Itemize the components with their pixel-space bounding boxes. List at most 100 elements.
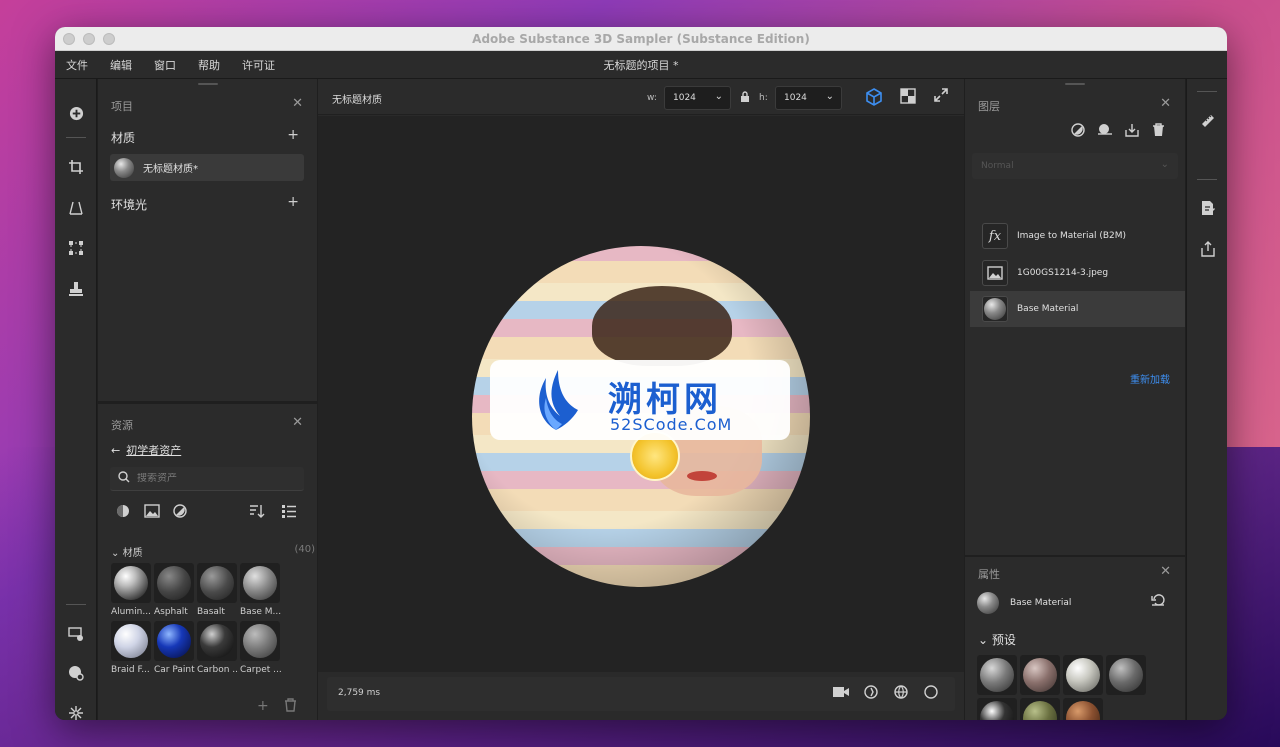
panel-drag-handle[interactable] xyxy=(1065,83,1085,85)
title-bar: Adobe Substance 3D Sampler (Substance Ed… xyxy=(55,27,1227,51)
add-material-button[interactable]: + xyxy=(287,127,299,143)
menu-edit[interactable]: 编辑 xyxy=(110,57,132,73)
lighting-icon[interactable] xyxy=(863,684,879,704)
image-filter-icon[interactable] xyxy=(144,504,160,522)
asset-thumbnail[interactable]: Carbon ... xyxy=(197,621,239,675)
back-link[interactable]: ← 初学者资产 xyxy=(111,442,181,458)
chevron-down-icon: ⌄ xyxy=(978,633,989,647)
height-label: h: xyxy=(759,93,768,103)
preset-thumbnail[interactable] xyxy=(1106,655,1146,695)
preset-thumbnail[interactable] xyxy=(977,655,1017,695)
asset-name: Car Paint xyxy=(154,665,195,675)
preset-thumbnail[interactable] xyxy=(1063,698,1103,720)
close-icon[interactable]: ✕ xyxy=(292,415,303,430)
camera-icon[interactable] xyxy=(832,684,850,704)
transform-icon[interactable] xyxy=(55,234,97,262)
asset-name: Alumin... xyxy=(111,607,151,617)
add-filter-icon[interactable] xyxy=(1069,123,1086,141)
3d-view-icon[interactable] xyxy=(865,88,883,110)
asset-thumbnail[interactable]: Carpet ... xyxy=(240,621,282,675)
toolbar-divider xyxy=(1197,179,1217,180)
asset-thumbnail[interactable]: Asphalt xyxy=(154,563,194,617)
blend-mode-value: Normal xyxy=(981,161,1014,171)
preset-thumbnail[interactable] xyxy=(977,698,1017,720)
crop-icon[interactable] xyxy=(55,153,97,181)
materials-filter-icon[interactable] xyxy=(116,504,130,522)
asset-name: Basalt xyxy=(197,607,225,617)
asset-thumbnail[interactable]: Basalt xyxy=(197,563,237,617)
material-sphere-icon xyxy=(982,296,1008,322)
search-box xyxy=(110,467,304,491)
back-link-label: 初学者资产 xyxy=(126,444,182,457)
reload-link[interactable]: 重新加载 xyxy=(1130,371,1170,386)
add-material-layer-icon[interactable] xyxy=(1096,123,1113,141)
shading-icon[interactable] xyxy=(923,684,939,704)
presets-label: 预设 xyxy=(991,633,1016,647)
width-value: 1024 xyxy=(673,93,696,103)
wing-logo-icon xyxy=(539,370,578,430)
material-list-item[interactable]: 无标题材质* xyxy=(110,154,304,181)
perspective-icon[interactable] xyxy=(55,194,97,222)
asset-thumbnail[interactable]: Base M... xyxy=(240,563,281,617)
layer-item[interactable]: fx Image to Material (B2M) xyxy=(970,218,1185,254)
add-environment-button[interactable]: + xyxy=(287,194,299,210)
width-select[interactable]: 1024 ⌄ xyxy=(664,86,731,110)
menu-license[interactable]: 许可证 xyxy=(242,57,275,73)
close-icon[interactable]: ✕ xyxy=(1160,96,1171,111)
material-sphere-icon xyxy=(114,157,134,178)
import-icon[interactable] xyxy=(1123,123,1140,141)
lock-icon[interactable] xyxy=(740,91,750,105)
3d-canvas[interactable]: 溯柯网 52SCode.CoM xyxy=(318,116,964,672)
filters-filter-icon[interactable] xyxy=(173,504,187,522)
asset-thumbnail[interactable]: Car Paint xyxy=(154,621,195,675)
trash-icon[interactable] xyxy=(284,698,297,716)
zoom-window-button[interactable] xyxy=(103,33,115,45)
trash-icon[interactable] xyxy=(1150,123,1167,141)
app-window: Adobe Substance 3D Sampler (Substance Ed… xyxy=(55,27,1227,720)
layer-label: Base Material xyxy=(1017,304,1079,314)
category-header[interactable]: ⌄ 材质 (40) xyxy=(111,544,315,559)
menu-help[interactable]: 帮助 xyxy=(198,57,220,73)
tiling-icon[interactable] xyxy=(55,699,97,720)
height-select[interactable]: 1024 ⌄ xyxy=(775,86,842,110)
export-settings-icon[interactable] xyxy=(1187,194,1227,222)
asset-thumbnail[interactable]: Braid F... xyxy=(111,621,151,675)
image-icon xyxy=(982,260,1008,286)
fullscreen-icon[interactable] xyxy=(934,88,948,106)
presets-header[interactable]: ⌄ 预设 xyxy=(978,631,1016,648)
share-icon[interactable] xyxy=(1187,235,1227,263)
panel-drag-handle[interactable] xyxy=(197,83,218,85)
project-panel: 项目 ✕ 材质 + 无标题材质* 环境光 + xyxy=(98,79,317,401)
minimize-window-button[interactable] xyxy=(83,33,95,45)
width-label: w: xyxy=(647,93,657,103)
close-icon[interactable]: ✕ xyxy=(292,96,303,111)
ruler-icon[interactable] xyxy=(1187,107,1227,135)
2d-view-icon[interactable] xyxy=(900,88,916,108)
asset-thumbnail[interactable]: Alumin... xyxy=(111,563,151,617)
layer-item-selected[interactable]: Base Material xyxy=(970,291,1185,327)
viewport-footer: 2,759 ms xyxy=(327,677,955,711)
add-circle-icon[interactable] xyxy=(55,99,97,127)
right-toolbar xyxy=(1186,79,1227,720)
watermark-subtitle: 52SCode.CoM xyxy=(610,415,733,434)
menu-file[interactable]: 文件 xyxy=(66,57,88,73)
display-settings-icon[interactable] xyxy=(55,620,97,648)
sort-icon[interactable] xyxy=(249,504,265,522)
preset-thumbnail[interactable] xyxy=(1063,655,1103,695)
blend-mode-select[interactable]: Normal ⌄ xyxy=(972,153,1178,179)
preset-thumbnail[interactable] xyxy=(1020,655,1060,695)
close-window-button[interactable] xyxy=(63,33,75,45)
menu-window[interactable]: 窗口 xyxy=(154,57,176,73)
close-icon[interactable]: ✕ xyxy=(1160,564,1171,579)
reset-icon[interactable] xyxy=(1151,594,1165,610)
preset-thumbnail[interactable] xyxy=(1020,698,1060,720)
stamp-icon[interactable] xyxy=(55,275,97,303)
environment-icon[interactable] xyxy=(893,684,909,704)
list-view-icon[interactable] xyxy=(281,504,297,522)
environment-settings-icon[interactable] xyxy=(55,659,97,687)
add-asset-button[interactable]: + xyxy=(257,698,269,714)
environment-section-title: 环境光 xyxy=(111,198,148,212)
search-input[interactable] xyxy=(137,473,287,484)
layer-item[interactable]: 1G00GS1214-3.jpeg xyxy=(970,255,1185,291)
asset-grid: Alumin... Asphalt Basalt Base M... Braid… xyxy=(111,563,321,691)
